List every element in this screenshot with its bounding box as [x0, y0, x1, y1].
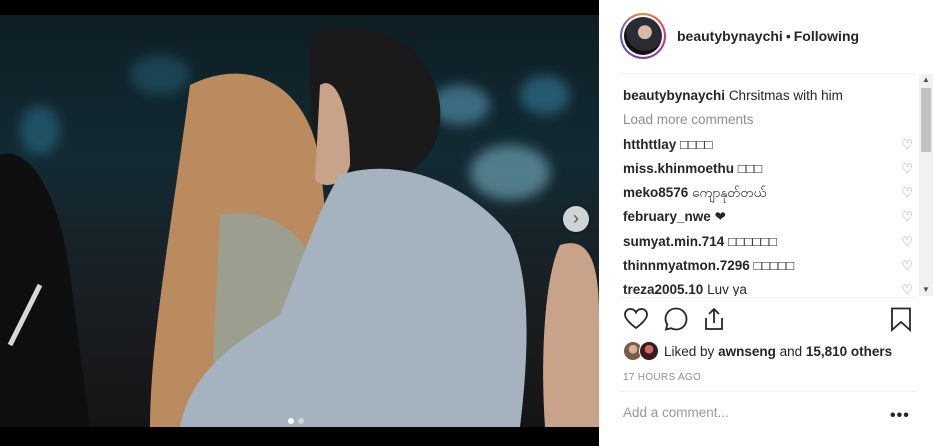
scroll-thumb[interactable] [921, 88, 931, 152]
caption: beautybynaychi Chrsitmas with him [623, 84, 913, 108]
comment-username[interactable]: february_nwe [623, 209, 711, 224]
more-options-icon[interactable]: ••• [890, 407, 910, 425]
comment-text: □□□□□ [753, 258, 795, 274]
comment-username[interactable]: thinnmyatmon.7296 [623, 258, 750, 273]
comment-row: htthttlay □□□□ ♡ [623, 133, 913, 157]
carousel-dot [298, 418, 304, 424]
scroll-down-icon[interactable]: ▼ [919, 284, 933, 296]
comment-text: □□□□ [680, 136, 713, 152]
comment-text: ❤ [714, 209, 726, 225]
comment-username[interactable]: miss.khinmoethu [623, 161, 734, 176]
post-photo[interactable] [0, 15, 599, 427]
liker-username[interactable]: awnseng [718, 344, 776, 359]
comment-heart-icon[interactable]: ♡ [901, 181, 913, 205]
comment-username[interactable]: meko8576 [623, 185, 688, 200]
caption-text: Chrsitmas with him [728, 88, 843, 103]
share-icon[interactable] [701, 306, 727, 332]
comment-text: □□□ [737, 160, 763, 176]
comments-scrollbar[interactable]: ▲ ▼ [919, 74, 933, 296]
comment-row: treza2005.10 Luv ya ♡ [623, 278, 913, 296]
couple-figures [0, 27, 599, 427]
comment-username[interactable]: sumyat.min.714 [623, 234, 724, 249]
likes-conjunction: and [779, 343, 803, 359]
comment-heart-icon[interactable]: ♡ [901, 133, 913, 157]
bookmark-icon[interactable] [888, 306, 914, 332]
comments-list: beautybynaychi Chrsitmas with him Load m… [623, 84, 913, 296]
carousel-dots [288, 418, 304, 424]
avatar [639, 341, 659, 361]
header-text: beautybynaychi • Following [677, 28, 859, 44]
comment-username[interactable]: treza2005.10 [623, 282, 703, 296]
author-username[interactable]: beautybynaychi [677, 28, 783, 44]
comment-heart-icon[interactable]: ♡ [901, 278, 913, 296]
comment-text: Luv ya [707, 282, 747, 296]
comment-text: □□□□□□ [728, 233, 777, 249]
caption-username[interactable]: beautybynaychi [623, 88, 725, 103]
comment-text: ကျောနုတ်တယ် [692, 185, 767, 201]
post-media: › [0, 0, 599, 446]
avatar[interactable] [620, 13, 666, 59]
comment-heart-icon[interactable]: ♡ [901, 254, 913, 278]
comment-row: february_nwe ❤ ♡ [623, 205, 913, 229]
comment-heart-icon[interactable]: ♡ [901, 157, 913, 181]
liker-avatars[interactable] [623, 340, 661, 362]
comment-heart-icon[interactable]: ♡ [901, 205, 913, 229]
add-comment-input[interactable]: Add a comment... [623, 405, 729, 420]
divider [620, 391, 916, 392]
comment-icon[interactable] [663, 306, 689, 332]
chevron-right-icon[interactable]: › [563, 206, 589, 232]
load-more-comments-button[interactable]: Load more comments [623, 108, 913, 132]
scroll-up-icon[interactable]: ▲ [919, 74, 933, 86]
action-bar [623, 306, 913, 334]
comment-row: miss.khinmoethu □□□ ♡ [623, 157, 913, 181]
header-separator: • [785, 28, 791, 44]
comment-heart-icon[interactable]: ♡ [901, 230, 913, 254]
divider [620, 297, 916, 298]
likes-count[interactable]: 15,810 others [806, 344, 892, 359]
divider [620, 73, 916, 74]
post-timestamp[interactable]: 17 HOURS AGO [623, 372, 701, 383]
comment-row: thinnmyatmon.7296 □□□□□ ♡ [623, 254, 913, 278]
comment-row: meko8576 ကျောနုတ်တယ် ♡ [623, 181, 913, 205]
comment-username[interactable]: htthttlay [623, 137, 676, 152]
post-header: beautybynaychi • Following [599, 0, 933, 72]
heart-icon[interactable] [623, 306, 649, 332]
likes-summary: Liked by awnseng and 15,810 others [623, 340, 892, 362]
carousel-dot-active [288, 418, 294, 424]
comment-row: sumyat.min.714 □□□□□□ ♡ [623, 230, 913, 254]
follow-status[interactable]: Following [794, 28, 859, 44]
likes-prefix: Liked by [664, 343, 715, 359]
